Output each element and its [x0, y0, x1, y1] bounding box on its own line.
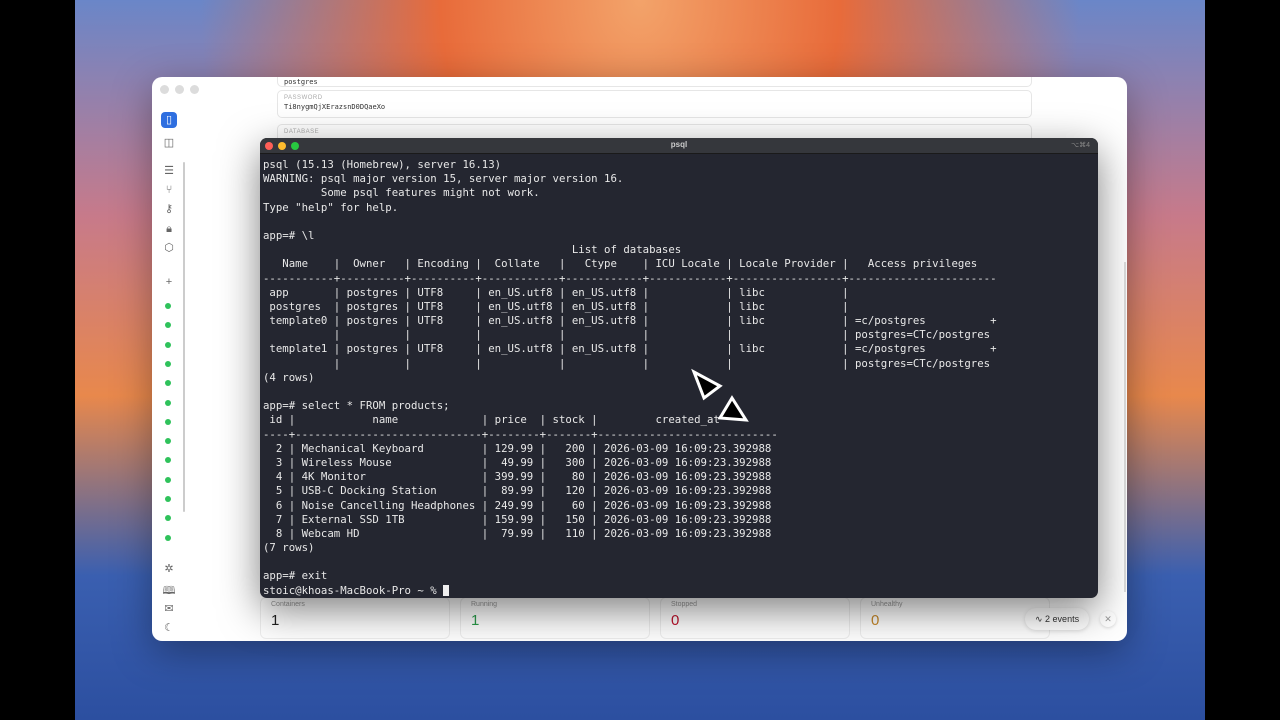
pointer-cursor-icon — [691, 368, 749, 422]
database-label: DATABASE — [284, 129, 320, 135]
terminal-titlebar[interactable]: psql ⌥⌘4 — [260, 138, 1098, 154]
container-status-dot[interactable] — [165, 341, 171, 348]
terminal-line: id | name | price | stock | created_at — [263, 413, 778, 427]
content-scrollbar[interactable] — [1124, 262, 1126, 592]
terminal-line: app=# exit — [263, 569, 328, 583]
sidebar: ▯ ◫ ☰ ⑂ ⚷ 🔒︎ ⬡ + ✲ 🕮 ✉ ☾ — [152, 77, 186, 641]
sidebar-scrollbar[interactable] — [183, 162, 185, 512]
terminal-line: | | | | | | | postgres=CTc/postgres — [263, 356, 991, 370]
password-field[interactable]: PASSWORD Ti8nygmQjXErazsnD0DQaeXo — [277, 90, 1032, 118]
stat-label: Containers — [271, 601, 305, 608]
terminal-shortcut: ⌥⌘4 — [1071, 142, 1090, 149]
terminal-line: Type "help" for help. — [263, 200, 399, 214]
text-cursor — [443, 584, 450, 596]
terminal-line: 2 | Mechanical Keyboard | 129.99 | 200 |… — [263, 441, 772, 455]
terminal-output[interactable]: psql (15.13 (Homebrew), server 16.13) WAR… — [260, 154, 1098, 598]
mail-icon[interactable]: ✉ — [161, 601, 177, 617]
terminal-line: 5 | USB-C Docking Station | 89.99 | 120 … — [263, 484, 772, 498]
container-status-dot[interactable] — [165, 457, 171, 464]
app-logo-icon[interactable]: ▯ — [161, 112, 177, 128]
password-value: Ti8nygmQjXErazsnD0DQaeXo — [284, 103, 386, 111]
sparkle-icon[interactable]: ✲ — [161, 561, 177, 577]
activity-icon: ∿ — [1035, 614, 1046, 624]
lock-icon[interactable]: 🔒︎ — [161, 221, 177, 237]
terminal-line: template1 | postgres | UTF8 | en_US.utf8… — [263, 342, 997, 356]
stat-value: 1 — [271, 612, 280, 629]
container-status-dot[interactable] — [165, 303, 171, 309]
terminal-prompt-line[interactable]: stoic@khoas-MacBook-Pro ~ % — [263, 584, 1098, 598]
terminal-window[interactable]: psql ⌥⌘4 psql (15.13 (Homebrew), server … — [260, 138, 1098, 598]
terminal-line: Name | Owner | Encoding | Collate | Ctyp… — [263, 257, 997, 271]
terminal-line: List of databases — [263, 243, 682, 257]
container-status-dot[interactable] — [165, 360, 171, 367]
container-status-dot[interactable] — [165, 476, 171, 483]
container-status-dot[interactable] — [165, 515, 171, 522]
terminal-title: psql — [670, 140, 688, 149]
terminal-line: 6 | Noise Cancelling Headphones | 249.99… — [263, 498, 772, 512]
terminal-line: (4 rows) — [263, 370, 315, 384]
terminal-line: app=# \l — [263, 228, 315, 242]
sidebar-toggle-icon[interactable]: ◫ — [161, 135, 177, 151]
key-icon[interactable]: ⚷ — [161, 201, 177, 217]
events-button[interactable]: ∿ 2 events — [1025, 608, 1090, 630]
stat-value: 0 — [871, 612, 880, 629]
container-status-dot[interactable] — [165, 534, 171, 541]
git-branch-icon[interactable]: ⑂ — [161, 182, 177, 198]
terminal-line: WARNING: psql major version 15, server m… — [263, 172, 624, 186]
stat-value: 1 — [471, 612, 480, 629]
stat-label: Stopped — [671, 601, 698, 608]
stat-unhealthy: Unhealthy 0 — [860, 597, 1050, 639]
terminal-line: postgres | postgres | UTF8 | en_US.utf8 … — [263, 299, 855, 313]
book-icon[interactable]: 🕮 — [161, 583, 177, 599]
stat-label: Unhealthy — [871, 601, 903, 608]
events-label: 2 events — [1045, 614, 1080, 624]
stat-value: 0 — [671, 612, 680, 629]
container-status-dot[interactable] — [165, 418, 171, 425]
container-status-dot[interactable] — [165, 496, 171, 502]
terminal-line: template0 | postgres | UTF8 | en_US.utf8… — [263, 314, 997, 328]
container-status-dot[interactable] — [165, 399, 171, 406]
user-field[interactable]: postgres — [277, 77, 1032, 87]
terminal-line: psql (15.13 (Homebrew), server 16.13) — [263, 158, 502, 171]
terminal-line: (7 rows) — [263, 541, 315, 555]
password-label: PASSWORD — [284, 95, 323, 101]
terminal-line: ----+-----------------------------+-----… — [263, 427, 778, 441]
zoom-button[interactable] — [190, 85, 199, 94]
user-value: postgres — [284, 78, 318, 86]
stat-stopped: Stopped 0 — [660, 597, 850, 639]
close-events-button[interactable]: ✕ — [1100, 611, 1116, 627]
terminal-line: -----------+----------+----------+------… — [263, 271, 997, 285]
terminal-line: 3 | Wireless Mouse | 49.99 | 300 | 2026-… — [263, 455, 772, 469]
stat-running: Running 1 — [460, 597, 650, 639]
stat-containers: Containers 1 — [260, 597, 450, 639]
shield-icon[interactable]: ⬡ — [161, 240, 177, 256]
terminal-line: 8 | Webcam HD | 79.99 | 110 | 2026-03-09… — [263, 526, 772, 540]
terminal-line: | | | | | | | postgres=CTc/postgres — [263, 328, 991, 342]
terminal-line: 4 | 4K Monitor | 399.99 | 80 | 2026-03-0… — [263, 470, 772, 484]
stat-label: Running — [471, 601, 498, 608]
shell-prompt: stoic@khoas-MacBook-Pro ~ % — [263, 583, 444, 597]
container-status-dot[interactable] — [165, 322, 171, 329]
container-status-dot[interactable] — [165, 380, 171, 387]
moon-icon[interactable]: ☾ — [161, 620, 177, 636]
terminal-line: app | postgres | UTF8 | en_US.utf8 | en_… — [263, 285, 855, 299]
terminal-line: 7 | External SSD 1TB | 159.99 | 150 | 20… — [263, 512, 772, 526]
containers-icon[interactable]: ☰ — [161, 163, 177, 179]
terminal-line: app=# select * FROM products; — [263, 399, 450, 413]
add-icon[interactable]: + — [161, 274, 177, 290]
container-status-dot[interactable] — [165, 438, 171, 445]
terminal-line: Some psql features might not work. — [263, 186, 540, 200]
